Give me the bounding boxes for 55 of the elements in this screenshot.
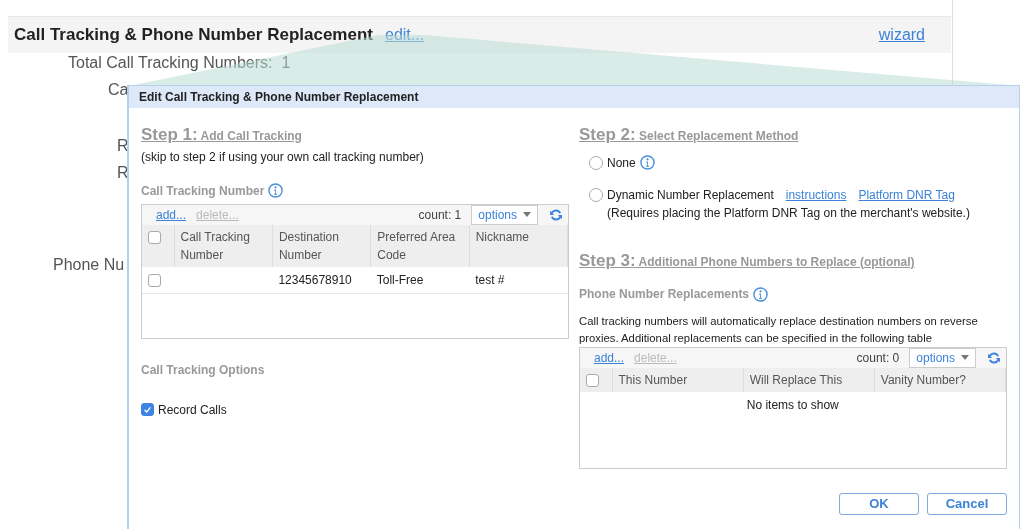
step-heading: Step 3: Additional Phone Numbers to Replace (optional) [579,249,916,272]
column-header[interactable]: Preferred Area Code [370,224,470,267]
ok-button[interactable]: OK [839,492,919,515]
wizard-link[interactable]: wizard [878,23,925,47]
info-icon[interactable] [639,155,655,170]
check-icon [142,404,153,415]
empty-message: No items to show [746,397,839,412]
refresh-icon[interactable] [986,349,1002,366]
table-cell: test # [475,272,505,287]
checkbox[interactable] [148,273,161,287]
step-heading: Step 2: Select Replacement Method [579,124,800,146]
radio-button[interactable] [589,155,603,170]
step-heading: Step 1: Add Call Tracking [141,124,303,146]
field-label: Phone Nu [53,255,125,275]
column-header[interactable]: Destination Number [272,224,371,267]
item-count: count: 0 [856,349,900,367]
checkbox[interactable] [141,403,154,416]
method-note: (Requires placing the Platform DNR Tag on the merchant's website.) [607,204,970,222]
section-title: Call Tracking Options [141,361,266,379]
checkbox[interactable] [586,374,599,388]
add-link[interactable]: add... [594,348,625,367]
radio-label: Dynamic Number Replacement [607,186,774,204]
link[interactable]: Platform DNR Tag [858,185,955,204]
grid-title: Call Tracking Number [141,181,569,200]
info-icon[interactable] [268,183,284,198]
checkbox-label: Record Calls [158,401,227,419]
field-label: Total Call Tracking Numbers: 1 [68,53,291,73]
field-label: R [117,163,129,183]
column-header[interactable]: Vanity Number? [874,367,1006,392]
table-cell: 12345678910 [278,272,352,287]
options-dropdown[interactable]: options [909,347,976,368]
grid-title: Phone Number Replacements [579,285,1007,303]
item-count: count: 1 [418,206,462,224]
info-icon[interactable] [753,286,769,302]
field-label: Ca [108,80,129,100]
column-header[interactable]: This Number [612,367,744,392]
step-note: (skip to step 2 if using your own call tracking number) [141,148,425,166]
add-link[interactable]: add... [156,205,187,224]
caret-icon [523,212,531,217]
options-dropdown[interactable]: options [471,204,538,225]
column-header[interactable]: Call Tracking Number [174,224,273,267]
checkbox[interactable] [148,230,161,244]
description: Call tracking numbers will automatically replace destination numbers on reverse proxies. Additional replacements can be specified in the following table [579,314,979,346]
field-label: R [117,136,129,156]
refresh-icon[interactable] [548,206,564,223]
column-header[interactable]: Will Replace This [743,367,875,392]
page-title: Call Tracking & Phone Number Replacement [14,24,373,47]
cancel-button[interactable]: Cancel [927,492,1007,515]
table-cell: Toll-Free [376,272,424,287]
link[interactable]: instructions [785,185,847,204]
radio-label: None [607,154,636,172]
radio-button[interactable] [589,187,603,202]
dialog-title: Edit Call Tracking & Phone Number Replacement [129,86,1019,108]
caret-icon [961,355,969,361]
column-header[interactable]: Nickname [469,224,568,267]
